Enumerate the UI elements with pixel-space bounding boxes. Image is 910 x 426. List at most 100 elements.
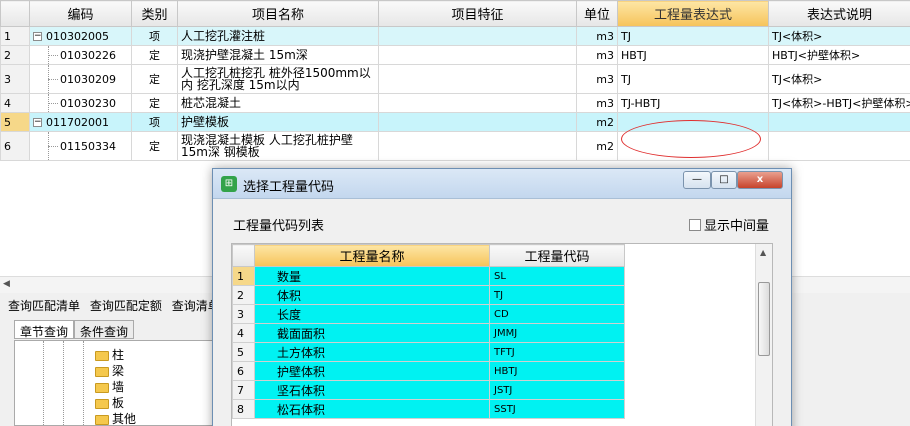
- tree-item[interactable]: 柱: [95, 347, 124, 363]
- row-expression[interactable]: TJ-HBTJ: [617, 93, 769, 113]
- row-description[interactable]: HBTJ<护壁体积>: [768, 45, 910, 65]
- row-feature[interactable]: [378, 131, 577, 161]
- quantity-name[interactable]: 松石体积: [254, 399, 490, 419]
- tab-condition-query[interactable]: 条件查询: [74, 320, 135, 339]
- row-code[interactable]: 01030226: [29, 45, 132, 65]
- row-feature[interactable]: [378, 45, 577, 65]
- table-row[interactable]: 3 长度 CD: [232, 304, 625, 324]
- row-feature[interactable]: [378, 64, 577, 94]
- row-type[interactable]: 定: [131, 131, 178, 161]
- show-intermediate-checkbox[interactable]: 显示中间量: [688, 215, 769, 234]
- quantity-code[interactable]: TFTJ: [489, 342, 625, 362]
- quantity-name[interactable]: 坚石体积: [254, 380, 490, 400]
- col-header-name[interactable]: 项目名称: [177, 0, 379, 27]
- col-header-type[interactable]: 类别: [131, 0, 178, 27]
- row-type[interactable]: 定: [131, 64, 178, 94]
- row-description[interactable]: TJ<体积>: [768, 64, 910, 94]
- row-unit[interactable]: m3: [576, 93, 618, 113]
- tree-item[interactable]: 板: [95, 395, 124, 411]
- row-code[interactable]: 01030230: [29, 93, 132, 113]
- row-name[interactable]: 人工挖孔灌注桩: [177, 26, 379, 46]
- table-row[interactable]: 5 土方体积 TFTJ: [232, 342, 625, 362]
- table-row[interactable]: 4 截面面积 JMMJ: [232, 323, 625, 343]
- quantity-name[interactable]: 护壁体积: [254, 361, 490, 381]
- quantity-name[interactable]: 土方体积: [254, 342, 490, 362]
- row-unit[interactable]: m2: [576, 112, 618, 132]
- table-row[interactable]: 6 护壁体积 HBTJ: [232, 361, 625, 381]
- row-unit[interactable]: m3: [576, 64, 618, 94]
- checkbox-icon[interactable]: [688, 219, 701, 231]
- quantity-code[interactable]: SSTJ: [489, 399, 625, 419]
- quantity-name[interactable]: 体积: [254, 285, 490, 305]
- row-expression[interactable]: HBTJ: [617, 45, 769, 65]
- restore-button[interactable]: □: [711, 171, 737, 189]
- col-header-description[interactable]: 表达式说明: [768, 0, 910, 27]
- row-description[interactable]: TJ<体积>-HBTJ<护壁体积>: [768, 93, 910, 113]
- quantity-name[interactable]: 数量: [254, 266, 490, 286]
- quantity-code[interactable]: TJ: [489, 285, 625, 305]
- table-row[interactable]: 7 坚石体积 JSTJ: [232, 380, 625, 400]
- dialog-titlebar[interactable]: ⊞ 选择工程量代码 — □ x: [213, 169, 791, 199]
- collapse-icon[interactable]: −: [33, 118, 42, 127]
- row-code[interactable]: −011702001: [29, 112, 132, 132]
- row-name[interactable]: 现浇护壁混凝土 15m深: [177, 45, 379, 65]
- tab-match-quota[interactable]: 查询匹配定额: [90, 299, 162, 313]
- scroll-left-icon[interactable]: ◀: [3, 279, 10, 289]
- table-row-selected[interactable]: 5 −011702001 项 护壁模板 m2: [0, 112, 910, 132]
- row-feature[interactable]: [378, 93, 577, 113]
- quantity-code[interactable]: HBTJ: [489, 361, 625, 381]
- quantity-code[interactable]: SL: [489, 266, 625, 286]
- row-code[interactable]: −010302005: [29, 26, 132, 46]
- quantity-code[interactable]: JMMJ: [489, 323, 625, 343]
- close-button[interactable]: x: [737, 171, 783, 189]
- tree-item[interactable]: 墙: [95, 379, 124, 395]
- table-row[interactable]: 1 −010302005 项 人工挖孔灌注桩 m3 TJ TJ<体积>: [0, 26, 910, 46]
- collapse-icon[interactable]: −: [33, 32, 42, 41]
- row-name[interactable]: 护壁模板: [177, 112, 379, 132]
- scrollbar-thumb[interactable]: [758, 282, 770, 356]
- table-row[interactable]: 8 松石体积 SSTJ: [232, 399, 625, 419]
- row-name[interactable]: 桩芯混凝土: [177, 93, 379, 113]
- row-type[interactable]: 定: [131, 45, 178, 65]
- row-description[interactable]: TJ<体积>: [768, 26, 910, 46]
- col-header-num[interactable]: [0, 0, 30, 27]
- table-row[interactable]: 1 数量 SL: [232, 266, 625, 286]
- row-type[interactable]: 项: [131, 112, 178, 132]
- col-header-quantity-name[interactable]: 工程量名称: [254, 244, 490, 267]
- table-row[interactable]: 6 01150334 定 现浇混凝土模板 人工挖孔桩护壁 15m深 钢模板 m2: [0, 131, 910, 161]
- row-expression[interactable]: TJ: [617, 26, 769, 46]
- quantity-code[interactable]: JSTJ: [489, 380, 625, 400]
- row-unit[interactable]: m2: [576, 131, 618, 161]
- col-header-quantity-code[interactable]: 工程量代码: [489, 244, 625, 267]
- table-row[interactable]: 4 01030230 定 桩芯混凝土 m3 TJ-HBTJ TJ<体积>-HBT…: [0, 93, 910, 113]
- row-unit[interactable]: m3: [576, 45, 618, 65]
- row-unit[interactable]: m3: [576, 26, 618, 46]
- row-name[interactable]: 现浇混凝土模板 人工挖孔桩护壁 15m深 钢模板: [177, 131, 379, 161]
- row-description[interactable]: [768, 112, 910, 132]
- tree-item[interactable]: 梁: [95, 363, 124, 379]
- tab-chapter-query[interactable]: 章节查询: [14, 320, 75, 339]
- quantity-name[interactable]: 截面面积: [254, 323, 490, 343]
- row-feature[interactable]: [378, 112, 577, 132]
- row-feature[interactable]: [378, 26, 577, 46]
- quantity-code[interactable]: CD: [489, 304, 625, 324]
- col-header-num[interactable]: [232, 244, 255, 267]
- col-header-code[interactable]: 编码: [29, 0, 132, 27]
- table-row[interactable]: 2 01030226 定 现浇护壁混凝土 15m深 m3 HBTJ HBTJ<护…: [0, 45, 910, 65]
- row-name[interactable]: 人工挖孔桩挖孔 桩外径1500mm以内 挖孔深度 15m以内: [177, 64, 379, 94]
- col-header-unit[interactable]: 单位: [576, 0, 618, 27]
- vertical-scrollbar[interactable]: ▲: [755, 244, 772, 426]
- row-expression[interactable]: TJ: [617, 64, 769, 94]
- row-code[interactable]: 01030209: [29, 64, 132, 94]
- minimize-button[interactable]: —: [683, 171, 711, 189]
- row-description[interactable]: [768, 131, 910, 161]
- col-header-expression[interactable]: 工程量表达式: [617, 0, 769, 27]
- tree-item[interactable]: 其他: [95, 411, 136, 425]
- col-header-feature[interactable]: 项目特征: [378, 0, 577, 27]
- scroll-up-icon[interactable]: ▲: [760, 248, 766, 257]
- tab-match-list[interactable]: 查询匹配清单: [8, 299, 80, 313]
- table-row[interactable]: 3 01030209 定 人工挖孔桩挖孔 桩外径1500mm以内 挖孔深度 15…: [0, 64, 910, 94]
- row-type[interactable]: 项: [131, 26, 178, 46]
- row-code[interactable]: 01150334: [29, 131, 132, 161]
- quantity-name[interactable]: 长度: [254, 304, 490, 324]
